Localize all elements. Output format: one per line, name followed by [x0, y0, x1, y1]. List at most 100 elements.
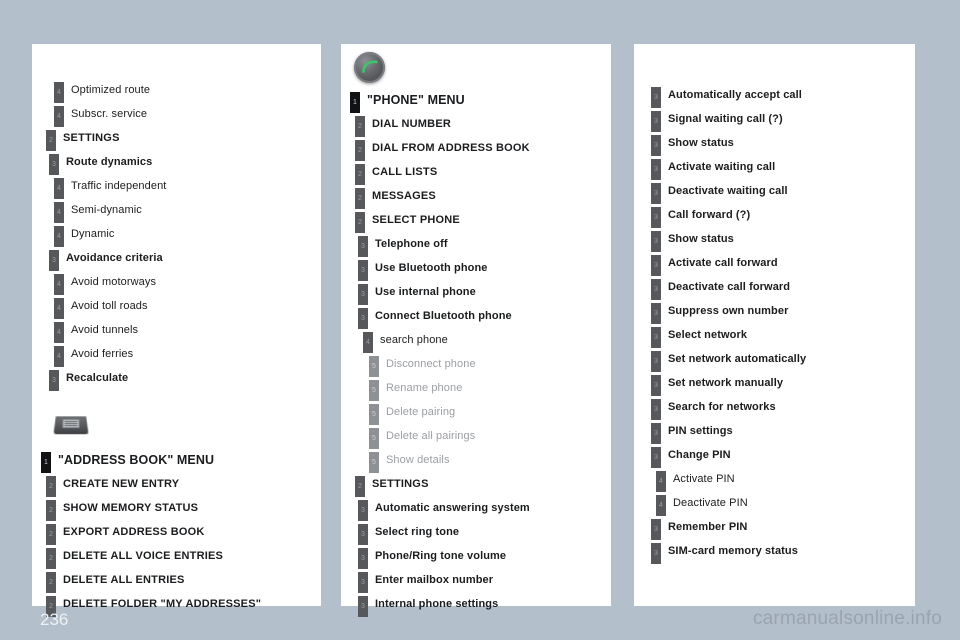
tree-item[interactable]: 3 Search for networks — [651, 395, 915, 420]
tree-item[interactable]: 4 search phone — [363, 328, 611, 353]
level-badge: 3 — [358, 595, 368, 617]
level-badge: 3 — [358, 571, 368, 593]
tree-item[interactable]: 3 Change PIN — [651, 443, 915, 468]
tree-item[interactable]: 3 Suppress own number — [651, 299, 915, 324]
tree-item[interactable]: 3 Use internal phone — [358, 280, 611, 305]
level-badge: 4 — [54, 297, 64, 319]
tree-item[interactable]: 3 Call forward (?) — [651, 203, 915, 228]
tree-item-label: Subscr. service — [71, 108, 148, 120]
tree-item-label: SIM-card memory status — [668, 545, 798, 557]
tree-item-label: Call forward (?) — [668, 209, 751, 221]
manual-page: 4 Optimized route 4 Subscr. service 2 SETTING… — [0, 0, 960, 640]
tree-item[interactable]: 3 Show status — [651, 227, 915, 252]
tree-item[interactable]: 3 Show status — [651, 131, 915, 156]
level-badge: 4 — [54, 345, 64, 367]
level-badge: 2 — [355, 187, 365, 209]
tree-item[interactable]: 4 Traffic independent — [54, 174, 321, 199]
tree-item[interactable]: 3 Enter mailbox number — [358, 568, 611, 593]
tree-item[interactable]: 3 Select network — [651, 323, 915, 348]
tree-item[interactable]: 3 Automatically accept call — [651, 83, 915, 108]
tree-item[interactable]: 5 Delete all pairings — [369, 424, 611, 449]
tree-item[interactable]: 2 DIAL NUMBER — [355, 112, 611, 137]
tree-item[interactable]: 3 Telephone off — [358, 232, 611, 257]
tree-item-label: PIN settings — [668, 425, 733, 437]
level-badge: 2 — [46, 129, 56, 151]
level-badge: 3 — [651, 134, 661, 156]
tree-item[interactable]: 3 Set network manually — [651, 371, 915, 396]
tree-item[interactable]: 4 Avoid ferries — [54, 342, 321, 367]
tree-item[interactable]: 3 Connect Bluetooth phone — [358, 304, 611, 329]
tree-item[interactable]: 3 Activate call forward — [651, 251, 915, 276]
tree-item[interactable]: 2 SHOW MEMORY STATUS — [46, 496, 321, 521]
tree-item-label: Avoid tunnels — [71, 324, 139, 336]
tree-item-label: Dynamic — [71, 228, 115, 240]
level-badge: 4 — [54, 105, 64, 127]
level-badge: 3 — [651, 374, 661, 396]
level-badge: 2 — [46, 523, 56, 545]
tree-item[interactable]: 2 EXPORT ADDRESS BOOK — [46, 520, 321, 545]
phone-key-icon[interactable] — [354, 51, 385, 83]
tree-item[interactable]: 5 Disconnect phone — [369, 352, 611, 377]
tree-item[interactable]: 3 Activate waiting call — [651, 155, 915, 180]
tree-item[interactable]: 3 SIM-card memory status — [651, 539, 915, 564]
tree-item[interactable]: 3 Route dynamics — [49, 150, 321, 175]
tree-item-label: SETTINGS — [63, 132, 120, 144]
tree-item[interactable]: 4 Avoid motorways — [54, 270, 321, 295]
tree-item[interactable]: 2 DELETE FOLDER "MY ADDRESSES" — [46, 592, 321, 617]
tree-item[interactable]: 4 Avoid tunnels — [54, 318, 321, 343]
tree-item[interactable]: 3 Avoidance criteria — [49, 246, 321, 271]
tree-item[interactable]: 4 Optimized route — [54, 78, 321, 103]
tree-item[interactable]: 4 Activate PIN — [656, 467, 915, 492]
tree-item-label: Show details — [386, 454, 450, 466]
tree-item-label: "ADDRESS BOOK" MENU — [58, 453, 215, 467]
level-badge: 3 — [651, 206, 661, 228]
tree-item[interactable]: 4 Semi-dynamic — [54, 198, 321, 223]
panel-phone-menu: 1 "PHONE" MENU 2 DIAL NUMBER 2 DIAL FROM ADDR… — [341, 44, 611, 617]
tree-item-label: Change PIN — [668, 449, 731, 461]
tree-item[interactable]: 3 Internal phone settings — [358, 592, 611, 617]
tree-item-label: Deactivate PIN — [673, 497, 748, 509]
tree-item[interactable]: 2 SETTINGS — [355, 472, 611, 497]
tree-item-label: Show status — [668, 233, 734, 245]
tree-item[interactable]: 2 DELETE ALL ENTRIES — [46, 568, 321, 593]
tree-item[interactable]: 3 Deactivate call forward — [651, 275, 915, 300]
tree-item-label: Select ring tone — [375, 526, 460, 538]
tree-item[interactable]: 2 DIAL FROM ADDRESS BOOK — [355, 136, 611, 161]
tree-item[interactable]: 4 Deactivate PIN — [656, 491, 915, 516]
panel-phone-settings-continued: 3 Automatically accept call 3 Signal waitin… — [634, 44, 915, 606]
tree-item[interactable]: 3 Recalculate — [49, 366, 321, 391]
level-badge: 3 — [358, 523, 368, 545]
tree-item[interactable]: 2 SETTINGS — [46, 126, 321, 151]
tree-item[interactable]: 3 Use Bluetooth phone — [358, 256, 611, 281]
tree-item[interactable]: 1 "PHONE" MENU — [350, 88, 611, 113]
tree-item[interactable]: 3 Remember PIN — [651, 515, 915, 540]
tree-item[interactable]: 4 Avoid toll roads — [54, 294, 321, 319]
tree-item[interactable]: 5 Rename phone — [369, 376, 611, 401]
key-display — [62, 419, 79, 428]
tree-phone-settings-continued: 3 Automatically accept call 3 Signal waitin… — [634, 44, 915, 564]
tree-phone-menu: 1 "PHONE" MENU 2 DIAL NUMBER 2 DIAL FROM ADDR… — [341, 84, 611, 617]
tree-item-label: Delete all pairings — [386, 430, 476, 442]
tree-item[interactable]: 2 CALL LISTS — [355, 160, 611, 185]
tree-item[interactable]: 2 CREATE NEW ENTRY — [46, 472, 321, 497]
tree-item[interactable]: 3 PIN settings — [651, 419, 915, 444]
tree-item[interactable]: 3 Set network automatically — [651, 347, 915, 372]
tree-item[interactable]: 3 Select ring tone — [358, 520, 611, 545]
tree-item[interactable]: 2 SELECT PHONE — [355, 208, 611, 233]
tree-item[interactable]: 3 Phone/Ring tone volume — [358, 544, 611, 569]
tree-item[interactable]: 1 "ADDRESS BOOK" MENU — [41, 448, 321, 473]
level-badge: 2 — [46, 547, 56, 569]
tree-item[interactable]: 2 MESSAGES — [355, 184, 611, 209]
tree-item[interactable]: 2 DELETE ALL VOICE ENTRIES — [46, 544, 321, 569]
tree-item-label: DELETE ALL VOICE ENTRIES — [63, 550, 224, 562]
level-badge: 3 — [651, 350, 661, 372]
tree-item[interactable]: 3 Deactivate waiting call — [651, 179, 915, 204]
tree-item[interactable]: 3 Automatic answering system — [358, 496, 611, 521]
level-badge: 2 — [46, 475, 56, 497]
address-book-key-icon[interactable] — [53, 416, 88, 434]
tree-item[interactable]: 5 Show details — [369, 448, 611, 473]
tree-item[interactable]: 5 Delete pairing — [369, 400, 611, 425]
tree-item[interactable]: 4 Subscr. service — [54, 102, 321, 127]
tree-item[interactable]: 4 Dynamic — [54, 222, 321, 247]
tree-item[interactable]: 3 Signal waiting call (?) — [651, 107, 915, 132]
